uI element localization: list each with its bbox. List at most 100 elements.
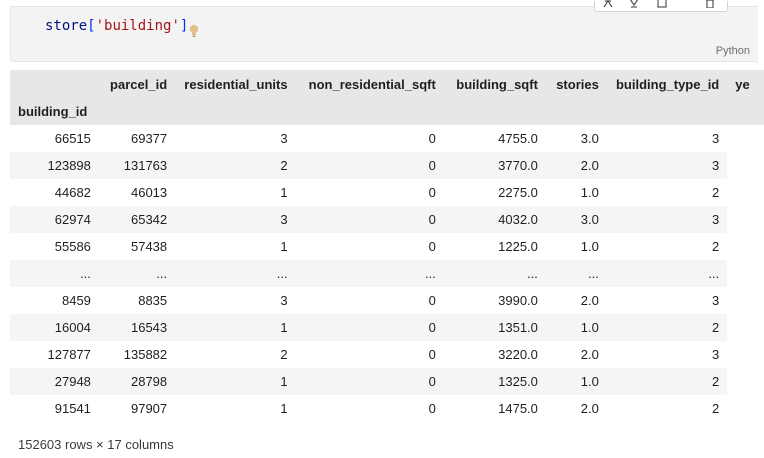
row-index-cell: 91541 bbox=[54, 401, 91, 416]
table-cell: 0 bbox=[428, 158, 436, 173]
table-cell: 2 bbox=[712, 401, 720, 416]
row-index-cell: 55586 bbox=[54, 239, 91, 254]
delete-icon[interactable] bbox=[705, 0, 715, 8]
row-index-cell: 123898 bbox=[47, 158, 91, 173]
table-cell: 57438 bbox=[130, 239, 168, 254]
column-header: parcel_id bbox=[98, 70, 176, 98]
cell-language-label[interactable]: Python bbox=[716, 45, 750, 57]
column-header: building_sqft bbox=[443, 70, 546, 98]
table-row: 91541 97907 1 0 1475.0 2.0 2 bbox=[10, 395, 764, 422]
table-cell: 3.0 bbox=[580, 131, 599, 146]
table-cell: 1.0 bbox=[580, 320, 599, 335]
table-cell: 4032.0 bbox=[498, 212, 538, 227]
table-cell: 0 bbox=[428, 185, 436, 200]
table-cell: 2 bbox=[280, 347, 288, 362]
table-cell: 0 bbox=[428, 131, 436, 146]
table-cell: ... bbox=[708, 266, 720, 281]
table-cell: 135882 bbox=[123, 347, 168, 362]
table-cell: 28798 bbox=[130, 374, 168, 389]
table-cell: 2 bbox=[712, 239, 720, 254]
table-cell: ... bbox=[424, 266, 436, 281]
table-cell: ... bbox=[527, 266, 538, 281]
dataframe-shape: 152603 rows × 17 columns bbox=[18, 437, 174, 452]
table-cell: 3 bbox=[712, 212, 720, 227]
table-cell: 1475.0 bbox=[498, 401, 538, 416]
table-row: 123898 131763 2 0 3770.0 2.0 3 bbox=[10, 152, 764, 179]
table-row: 62974 65342 3 0 4032.0 3.0 3 bbox=[10, 206, 764, 233]
table-row: ..................... bbox=[10, 260, 764, 287]
table-cell: 1.0 bbox=[580, 374, 599, 389]
column-header: stories bbox=[545, 70, 607, 98]
table-row: 27948 28798 1 0 1325.0 1.0 2 bbox=[10, 368, 764, 395]
table-cell: 3 bbox=[712, 158, 720, 173]
row-index-cell: 127877 bbox=[47, 347, 91, 362]
table-cell: 3990.0 bbox=[498, 293, 538, 308]
table-cell: 3 bbox=[280, 212, 288, 227]
row-index-cell: 62974 bbox=[54, 212, 91, 227]
dataframe-output: parcel_id residential_units non_resident… bbox=[10, 70, 764, 422]
column-header: building_type_id bbox=[606, 70, 728, 98]
table-cell: 1.0 bbox=[580, 185, 599, 200]
table-cell: 2.0 bbox=[580, 347, 599, 362]
table-row: 55586 57438 1 0 1225.0 1.0 2 bbox=[10, 233, 764, 260]
split-cell-icon[interactable] bbox=[657, 0, 667, 8]
table-cell: 2 bbox=[712, 185, 720, 200]
dataframe-table: parcel_id residential_units non_resident… bbox=[10, 70, 764, 422]
table-cell: ... bbox=[276, 266, 288, 281]
corner-header bbox=[10, 70, 99, 98]
table-cell: 0 bbox=[428, 347, 436, 362]
table-row: 44682 46013 1 0 2275.0 1.0 2 bbox=[10, 179, 764, 206]
table-cell: 2 bbox=[712, 374, 720, 389]
table-cell: 2275.0 bbox=[498, 185, 538, 200]
column-header: non_residential_sqft bbox=[295, 70, 444, 98]
execute-above-icon[interactable] bbox=[603, 0, 613, 8]
table-cell: 1 bbox=[280, 401, 288, 416]
table-cell: 3 bbox=[712, 347, 720, 362]
row-index-cell: 44682 bbox=[54, 185, 91, 200]
table-cell: ... bbox=[587, 266, 599, 281]
table-cell: 3 bbox=[280, 131, 288, 146]
table-cell: 1351.0 bbox=[498, 320, 538, 335]
code-string: 'building' bbox=[95, 18, 180, 34]
table-cell: 2 bbox=[280, 158, 288, 173]
table-cell: 131763 bbox=[123, 158, 168, 173]
table-cell: 0 bbox=[428, 293, 436, 308]
table-cell: 8835 bbox=[138, 293, 168, 308]
row-index-cell: 27948 bbox=[54, 374, 91, 389]
table-body: 66515 69377 3 0 4755.0 3.0 3 123898 131763 2 0 3770… bbox=[10, 125, 764, 422]
index-name: building_id bbox=[10, 98, 99, 125]
table-cell: 4755.0 bbox=[498, 131, 538, 146]
table-cell: 97907 bbox=[130, 401, 168, 416]
table-row: 127877 135882 2 0 3220.0 2.0 3 bbox=[10, 341, 764, 368]
table-cell: 0 bbox=[428, 320, 436, 335]
table-cell: 3.0 bbox=[580, 212, 599, 227]
table-cell: 2.0 bbox=[580, 401, 599, 416]
code-close-bracket: ] bbox=[179, 18, 189, 34]
table-cell: 3770.0 bbox=[498, 158, 538, 173]
table-cell: 16543 bbox=[130, 320, 168, 335]
table-cell: 2.0 bbox=[580, 158, 599, 173]
table-row: 16004 16543 1 0 1351.0 1.0 2 bbox=[10, 314, 764, 341]
table-cell: 65342 bbox=[130, 212, 168, 227]
table-cell: 1 bbox=[280, 320, 288, 335]
cell-toolbar bbox=[594, 0, 728, 12]
table-cell: 0 bbox=[428, 374, 436, 389]
table-cell: 1225.0 bbox=[498, 239, 538, 254]
table-cell: 46013 bbox=[130, 185, 168, 200]
table-cell: 3220.0 bbox=[498, 347, 538, 362]
table-cell: 3 bbox=[712, 293, 720, 308]
row-index-cell: 66515 bbox=[54, 131, 91, 146]
column-header: ye bbox=[727, 70, 764, 98]
table-cell: 0 bbox=[428, 401, 436, 416]
table-row: 66515 69377 3 0 4755.0 3.0 3 bbox=[10, 125, 764, 152]
code-cell[interactable]: store['building'] Python bbox=[10, 0, 758, 62]
lightbulb-icon[interactable] bbox=[189, 24, 199, 38]
code-line[interactable]: store['building'] bbox=[45, 18, 188, 34]
table-cell: 3 bbox=[712, 131, 720, 146]
table-cell: ... bbox=[156, 266, 168, 281]
table-cell: 1 bbox=[280, 239, 288, 254]
column-header-row: parcel_id residential_units non_resident… bbox=[10, 70, 764, 98]
table-cell: 0 bbox=[428, 212, 436, 227]
execute-below-icon[interactable] bbox=[629, 0, 639, 8]
table-cell: 69377 bbox=[130, 131, 168, 146]
